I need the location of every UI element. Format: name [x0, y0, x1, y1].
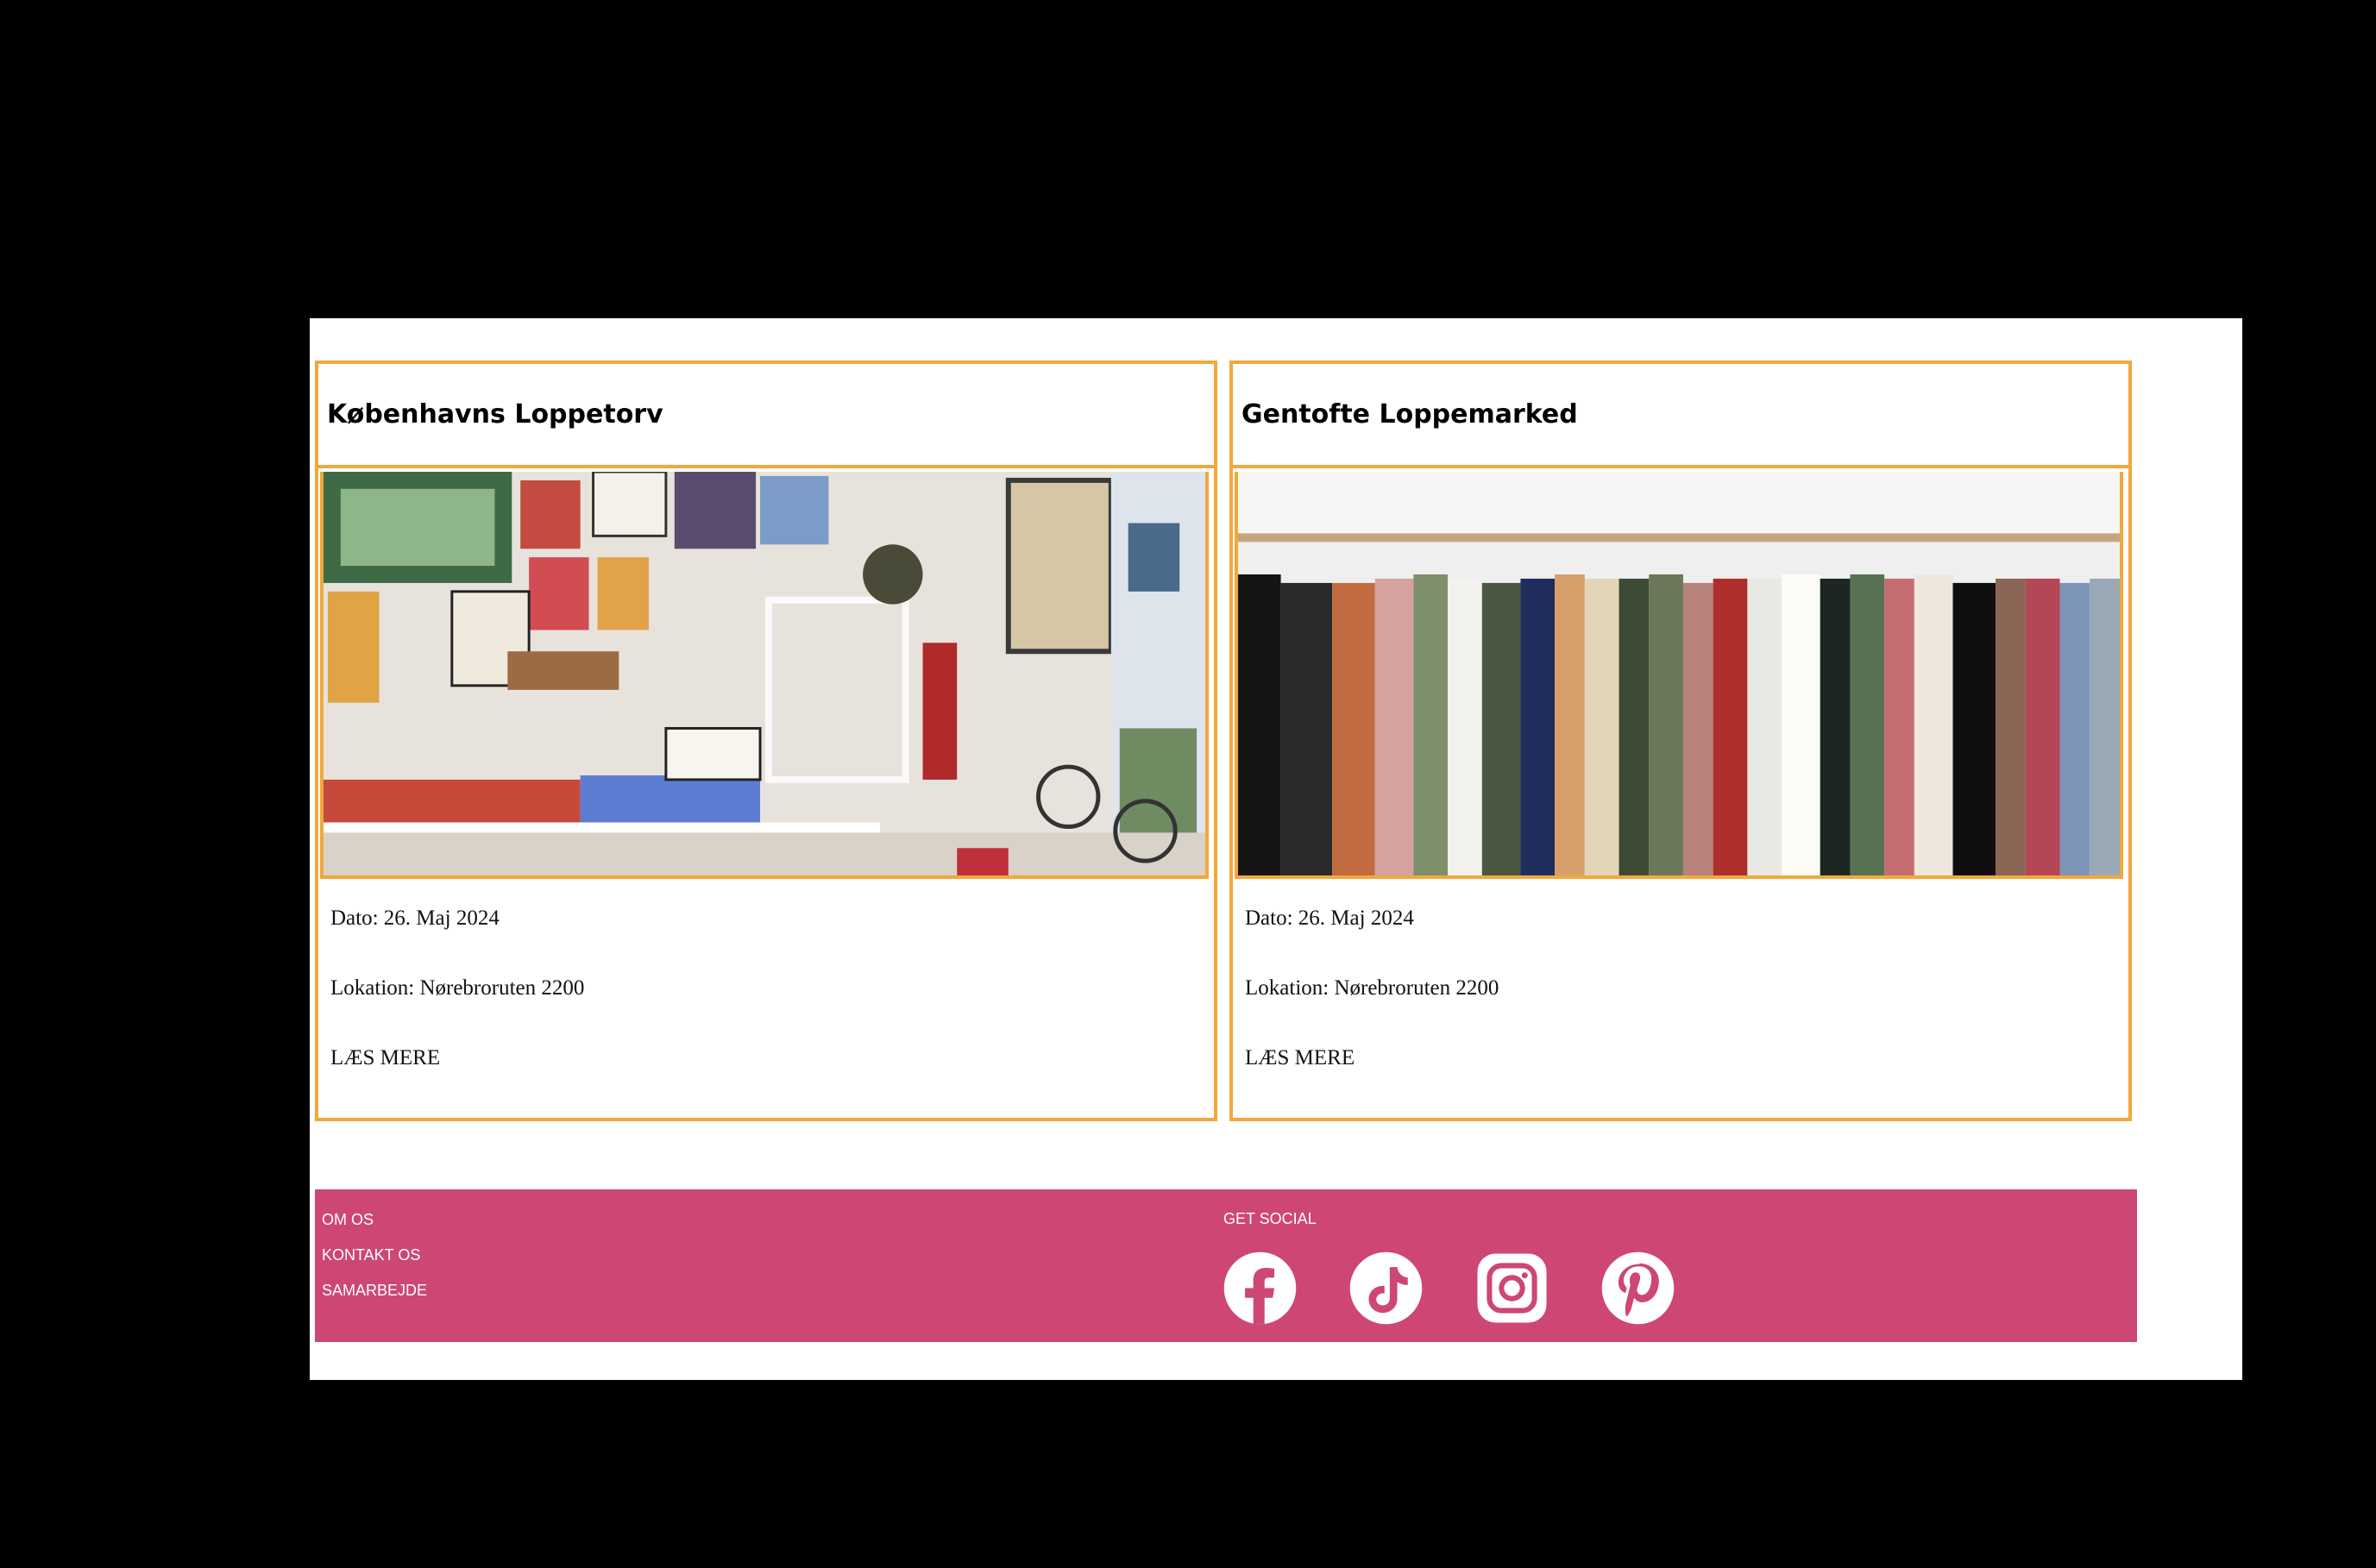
footer-link-kontakt-os[interactable]: KONTAKT OS [322, 1245, 427, 1281]
clothing-rack-photo[interactable] [1235, 472, 2123, 879]
footer-link-samarbejde[interactable]: SAMARBEJDE [322, 1281, 427, 1316]
shop-interior-photo[interactable] [320, 472, 1209, 879]
pinterest-icon[interactable] [1600, 1246, 1675, 1330]
read-more-link[interactable]: LÆS MERE [330, 1046, 440, 1070]
page-content: Københavns Loppetorv Dato: 26. Maj 2024 … [310, 318, 2242, 1380]
footer: OM OS KONTAKT OS SAMARBEJDE GET SOCIAL [315, 1189, 2137, 1342]
read-more-link[interactable]: LÆS MERE [1245, 1046, 1355, 1070]
market-card-kobenhavns-loppetorv[interactable]: Københavns Loppetorv Dato: 26. Maj 2024 … [315, 361, 1217, 1121]
card-date: Dato: 26. Maj 2024 [1245, 906, 1414, 930]
social-label: GET SOCIAL [1223, 1210, 1317, 1227]
facebook-icon[interactable] [1223, 1246, 1298, 1330]
footer-link-om-os[interactable]: OM OS [322, 1210, 427, 1245]
card-location: Lokation: Nørebroruten 2200 [1245, 976, 1499, 1000]
social-icons [1223, 1246, 1675, 1330]
card-title[interactable]: Gentofte Loppemarked [1233, 364, 2128, 468]
market-card-gentofte-loppemarked[interactable]: Gentofte Loppemarked Dato: 26. Maj 2024 … [1229, 361, 2132, 1121]
tiktok-icon[interactable] [1348, 1246, 1424, 1330]
card-location: Lokation: Nørebroruten 2200 [330, 976, 585, 1000]
card-title[interactable]: Københavns Loppetorv [318, 364, 1214, 468]
footer-links: OM OS KONTAKT OS SAMARBEJDE [322, 1210, 427, 1316]
instagram-icon[interactable] [1474, 1246, 1549, 1330]
card-date: Dato: 26. Maj 2024 [330, 906, 500, 930]
